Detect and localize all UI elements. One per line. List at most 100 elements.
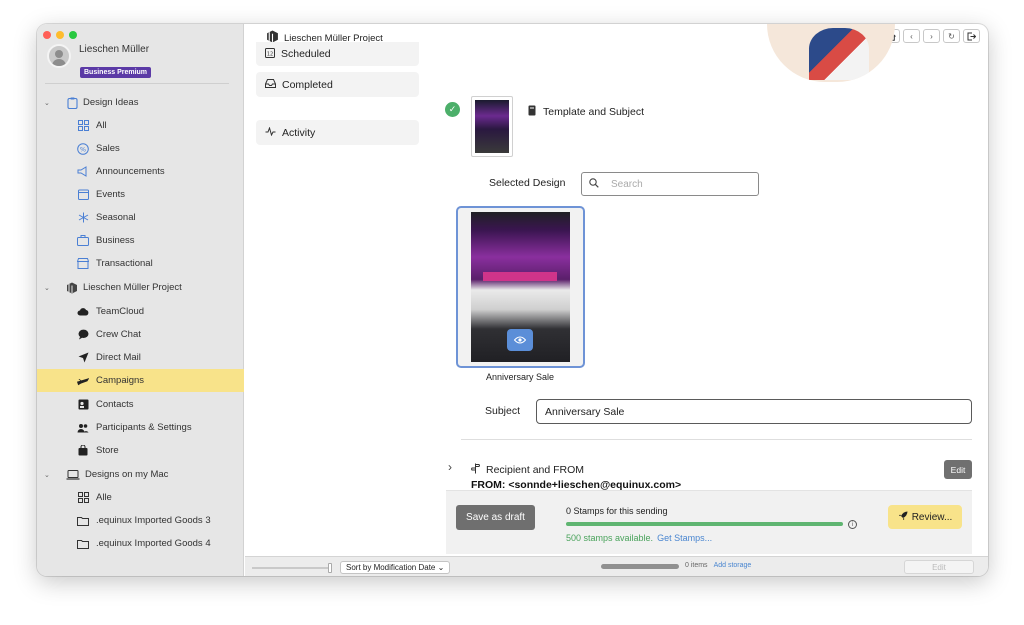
folder-icon	[77, 538, 89, 550]
zoom-slider[interactable]	[252, 563, 332, 573]
sidebar-section-design-ideas[interactable]: ⌄ Design Ideas	[37, 91, 244, 114]
sidebar-item-imported-goods-3[interactable]: .equinux Imported Goods 3	[37, 509, 244, 532]
sort-dropdown[interactable]: Sort by Modification Date ⌄	[340, 561, 451, 574]
sidebar-item-contacts[interactable]: Contacts	[37, 393, 244, 416]
back-button[interactable]: ‹	[903, 29, 920, 43]
share-button[interactable]	[963, 29, 980, 43]
chevron-right-icon[interactable]: ›	[448, 460, 452, 474]
eye-icon[interactable]	[507, 329, 533, 351]
sidebar-item-all[interactable]: All	[37, 114, 244, 137]
sidebar-section-project[interactable]: ⌄ Lieschen Müller Project	[37, 276, 244, 299]
save-draft-button[interactable]: Save as draft	[456, 505, 535, 530]
stamps-count: 0 Stamps for this sending	[566, 506, 668, 516]
sidebar-item-label: Sales	[96, 143, 120, 154]
sidebar-item-seasonal[interactable]: Seasonal	[37, 206, 244, 229]
list-item-scheduled[interactable]: 12 Scheduled	[256, 42, 419, 66]
sidebar-item-label: Campaigns	[96, 375, 145, 386]
sidebar-section-label: Design Ideas	[83, 97, 139, 108]
section-divider	[461, 439, 972, 440]
airplane-icon	[77, 375, 89, 387]
recipient-from-heading: Recipient and FROM	[470, 463, 584, 477]
sidebar-item-label: Direct Mail	[96, 352, 141, 363]
decorative-illustration	[767, 24, 895, 82]
sidebar-item-label: TeamCloud	[96, 306, 145, 317]
svg-text:12: 12	[267, 52, 273, 58]
clipboard-icon	[66, 97, 78, 109]
checkmark-icon: ✓	[445, 102, 460, 117]
laptop-icon	[66, 469, 80, 481]
cloud-icon	[77, 306, 89, 318]
selected-design-label: Selected Design	[489, 177, 566, 189]
sidebar-item-campaigns[interactable]: Campaigns	[37, 369, 244, 392]
user-name: Lieschen Müller	[79, 44, 150, 55]
review-button[interactable]: Review...	[888, 505, 962, 529]
sidebar-item-label: Alle	[96, 492, 112, 503]
sidebar-item-label: .equinux Imported Goods 3	[96, 515, 211, 526]
add-storage-link[interactable]: Add storage	[714, 562, 752, 569]
grid-icon	[77, 120, 89, 132]
sidebar-item-transactional[interactable]: Transactional	[37, 252, 244, 275]
sidebar-item-label: Seasonal	[96, 212, 136, 223]
grid-icon	[77, 492, 89, 504]
sidebar-item-events[interactable]: Events	[37, 183, 244, 206]
template-thumbnail[interactable]	[471, 96, 513, 157]
stamps-progress-bar	[566, 522, 843, 526]
chevron-down-icon[interactable]: ⌄	[44, 284, 54, 292]
sidebar-item-label: Announcements	[96, 166, 165, 177]
sidebar-item-store[interactable]: Store	[37, 439, 244, 462]
status-edit-button[interactable]: Edit	[904, 560, 974, 574]
sidebar-item-participants-settings[interactable]: Participants & Settings	[37, 416, 244, 439]
chevron-down-icon[interactable]: ⌄	[44, 471, 54, 479]
search-input[interactable]: Search	[581, 172, 759, 196]
sidebar-item-label: Transactional	[96, 258, 153, 269]
sidebar-item-label: Events	[96, 189, 126, 200]
toolbar: ‹ › ↻	[883, 29, 980, 43]
sidebar-item-label: Crew Chat	[96, 329, 141, 340]
inbox-tray-icon	[265, 79, 276, 90]
stamps-progress-fill	[566, 522, 843, 526]
zoom-window-button[interactable]	[69, 31, 77, 39]
people-icon	[77, 422, 89, 434]
plan-badge: Business Premium	[80, 67, 152, 78]
edit-recipient-button[interactable]: Edit	[944, 460, 972, 479]
sidebar-item-direct-mail[interactable]: Direct Mail	[37, 346, 244, 369]
signpost-icon	[470, 463, 481, 477]
storefront-icon	[77, 258, 89, 270]
rocket-icon	[898, 511, 908, 524]
search-icon	[589, 177, 599, 191]
chevron-down-icon[interactable]: ⌄	[44, 99, 54, 107]
traffic-lights	[43, 31, 77, 39]
document-icon	[528, 105, 536, 119]
sidebar-section-designs-on-mac[interactable]: ⌄ Designs on my Mac	[37, 463, 244, 486]
close-window-button[interactable]	[43, 31, 51, 39]
design-name: Anniversary Sale	[486, 372, 555, 382]
sidebar-item-teamcloud[interactable]: TeamCloud	[37, 300, 244, 323]
sidebar-item-sales[interactable]: % Sales	[37, 137, 244, 160]
info-icon[interactable]: i	[848, 520, 857, 529]
sidebar-section-label: Designs on my Mac	[85, 469, 169, 480]
sidebar-item-label: Business	[96, 235, 135, 246]
storage-bar	[601, 564, 679, 569]
refresh-button[interactable]: ↻	[943, 29, 960, 43]
sidebar-item-label: Contacts	[96, 399, 134, 410]
contact-card-icon	[77, 399, 89, 411]
list-item-completed[interactable]: Completed	[256, 72, 419, 97]
slider-knob[interactable]	[328, 563, 332, 573]
sidebar-item-alle[interactable]: Alle	[37, 486, 244, 509]
forward-button[interactable]: ›	[923, 29, 940, 43]
sidebar: Lieschen Müller Business Premium ⌄ Desig…	[37, 24, 244, 576]
subject-input[interactable]: Anniversary Sale	[536, 399, 972, 424]
minimize-window-button[interactable]	[56, 31, 64, 39]
briefcase-icon	[77, 235, 89, 247]
sidebar-item-announcements[interactable]: Announcements	[37, 160, 244, 183]
list-item-activity[interactable]: Activity	[256, 120, 419, 145]
sidebar-item-imported-goods-4[interactable]: .equinux Imported Goods 4	[37, 532, 244, 555]
sidebar-item-label: All	[96, 120, 107, 131]
sidebar-item-label: Participants & Settings	[96, 422, 192, 433]
sidebar-item-business[interactable]: Business	[37, 229, 244, 252]
get-stamps-link[interactable]: Get Stamps...	[657, 533, 712, 543]
folder-icon	[77, 515, 89, 527]
search-placeholder: Search	[611, 178, 643, 190]
avatar[interactable]	[47, 44, 71, 68]
sidebar-item-crew-chat[interactable]: Crew Chat	[37, 323, 244, 346]
